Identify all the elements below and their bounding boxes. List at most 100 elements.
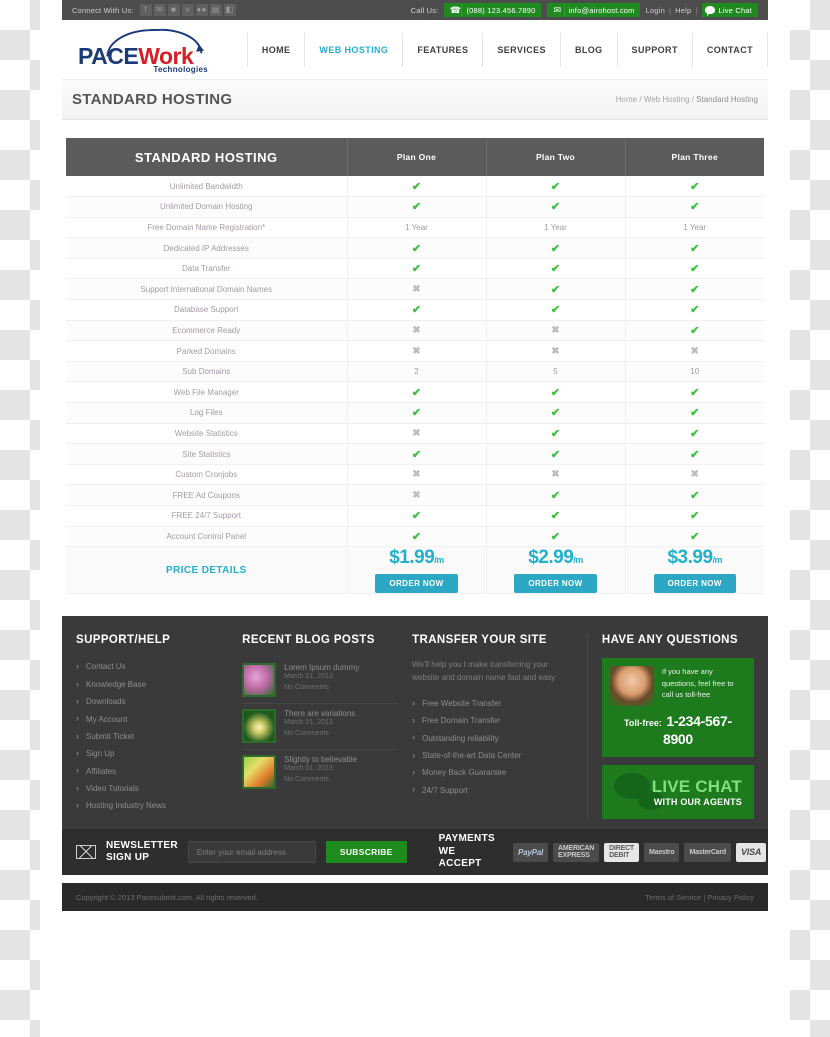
phone-chip[interactable]: ☎ (088) 123.456.7890 bbox=[444, 3, 541, 17]
live-chat-title: LIVE CHAT bbox=[651, 777, 742, 797]
help-link[interactable]: Help bbox=[675, 6, 691, 15]
separator-2: | bbox=[695, 5, 698, 15]
check-icon: ✔ bbox=[625, 237, 764, 259]
feature-value-cell: 1 Year bbox=[625, 217, 764, 239]
subscribe-button[interactable]: SUBSCRIBE bbox=[325, 841, 407, 864]
transfer-link[interactable]: Free Domain Transfer bbox=[412, 712, 573, 729]
support-link[interactable]: Sign Up bbox=[76, 745, 228, 762]
support-link[interactable]: Knowledge Base bbox=[76, 676, 228, 693]
live-chat-button[interactable]: Live Chat bbox=[701, 3, 758, 17]
live-chat-label: Live Chat bbox=[718, 5, 752, 15]
check-icon: ✔ bbox=[347, 505, 487, 527]
transfer-link-list: Free Website TransferFree Domain Transfe… bbox=[412, 695, 573, 799]
pricing-table: STANDARD HOSTING Plan One Plan Two Plan Th… bbox=[66, 138, 765, 595]
check-icon: ✔ bbox=[486, 443, 626, 465]
transfer-link[interactable]: Money Back Guarantee bbox=[412, 764, 573, 781]
breadcrumb-current: Standard Hosting bbox=[696, 95, 758, 104]
breadcrumb-web-hosting[interactable]: Web Hosting bbox=[644, 95, 690, 104]
support-link[interactable]: Downloads bbox=[76, 693, 228, 710]
privacy-policy-link[interactable]: Privacy Policy bbox=[707, 893, 754, 902]
price-details-label-cell: PRICE DETAILS bbox=[66, 546, 348, 595]
nav-item-home[interactable]: HOME bbox=[246, 32, 305, 67]
feed-icon[interactable]: ◧ bbox=[223, 4, 236, 16]
table-row: Ecommerce Ready ✖ ✖ ✔ bbox=[66, 320, 764, 342]
breadcrumb-home[interactable]: Home bbox=[616, 95, 637, 104]
price-cell-1: $1.99/m ORDER NOW bbox=[347, 546, 487, 595]
questions-heading: HAVE ANY QUESTIONS bbox=[601, 634, 738, 647]
newsletter-label-line2: SIGN UP bbox=[106, 852, 150, 864]
table-row: Free Domain Name Registration* 1 Year 1 Ye… bbox=[66, 217, 764, 239]
order-now-button[interactable]: ORDER NOW bbox=[375, 574, 458, 594]
check-icon: ✔ bbox=[347, 237, 487, 259]
live-chat-banner[interactable]: LIVE CHAT WITH OUR AGENTS bbox=[601, 765, 754, 820]
transfer-link[interactable]: Free Website Transfer bbox=[412, 695, 573, 712]
blog-post-date: March 01, 2013 bbox=[284, 719, 333, 727]
terms-of-service-link[interactable]: Terms of Service bbox=[645, 893, 701, 902]
order-now-button[interactable]: ORDER NOW bbox=[514, 574, 597, 594]
cross-icon: ✖ bbox=[625, 340, 764, 362]
payments-label-line1: PAYMENTS bbox=[438, 833, 495, 845]
check-icon: ✔ bbox=[486, 196, 626, 218]
vimeo-icon[interactable]: v bbox=[181, 4, 194, 16]
blog-post-comments: No Comments bbox=[284, 683, 329, 691]
copyright-bar: Copyright © 2013 Pacesubmit.com. All rig… bbox=[62, 883, 768, 912]
check-icon: ✔ bbox=[486, 402, 626, 424]
support-link-list: Contact UsKnowledge BaseDownloadsMy Acco… bbox=[76, 658, 228, 814]
cross-icon: ✖ bbox=[347, 464, 487, 486]
payment-logo-american-express: AMERICAN EXPRESS bbox=[553, 842, 600, 862]
support-link[interactable]: Affiliates bbox=[76, 762, 228, 779]
breadcrumb-sep-2: / bbox=[691, 95, 694, 104]
price-cell-3: $3.99/m ORDER NOW bbox=[625, 546, 765, 595]
transfer-link[interactable]: Outstanding reliability bbox=[412, 729, 573, 746]
table-row: Website Statistics ✖ ✔ ✔ bbox=[66, 423, 764, 445]
nav-item-web-hosting[interactable]: WEB HOSTING bbox=[304, 32, 402, 67]
blog-post-item[interactable]: Slightly to believable March 01, 2013 No C… bbox=[242, 750, 398, 795]
table-row: Site Statistics ✔ ✔ ✔ bbox=[66, 443, 764, 465]
logo-text-primary: PACE bbox=[78, 42, 139, 69]
login-link[interactable]: Login bbox=[646, 6, 665, 15]
payment-logo-maestro: Maestro bbox=[644, 842, 680, 862]
feature-name-cell: FREE 24/7 Support bbox=[66, 505, 348, 527]
price-amount: $3.99/m bbox=[626, 547, 765, 569]
blog-post-title[interactable]: There are variations bbox=[284, 709, 355, 718]
nav-item-services[interactable]: SERVICES bbox=[482, 32, 560, 67]
blog-post-title[interactable]: Lorem Ipsum dummy bbox=[284, 663, 359, 672]
breadcrumb-sep-1: / bbox=[639, 95, 642, 104]
transfer-link[interactable]: State-of-the-art Data Center bbox=[412, 747, 573, 764]
feature-name-cell: Ecommerce Ready bbox=[66, 320, 348, 342]
check-icon: ✔ bbox=[486, 299, 626, 321]
transfer-link[interactable]: 24/7 Support bbox=[412, 781, 573, 798]
blog-post-item[interactable]: There are variations March 01, 2013 No Com… bbox=[242, 704, 399, 751]
site-logo[interactable]: PACEWork Technologies bbox=[74, 26, 214, 74]
payment-logo-direct-debit: DIRECT DEBIT bbox=[604, 842, 639, 862]
check-icon: ✔ bbox=[347, 176, 487, 198]
twitter-icon[interactable]: ✉ bbox=[153, 4, 166, 16]
connect-with-us-label: Connect With Us: bbox=[72, 5, 134, 15]
feature-name-cell: Free Domain Name Registration* bbox=[66, 217, 348, 239]
facebook-icon[interactable]: f bbox=[139, 4, 152, 16]
support-link[interactable]: Hosting Industry News bbox=[76, 797, 228, 814]
nav-item-features[interactable]: FEATURES bbox=[402, 32, 482, 67]
rss-icon[interactable]: ▤ bbox=[209, 4, 222, 16]
newsletter-email-input[interactable] bbox=[187, 841, 316, 864]
nav-item-contact[interactable]: CONTACT bbox=[691, 32, 768, 67]
blog-post-title[interactable]: Slightly to believable bbox=[284, 755, 357, 764]
support-link[interactable]: Video Tutorials bbox=[76, 780, 228, 797]
email-chip[interactable]: ✉ info@airohost.com bbox=[546, 3, 640, 17]
call-us-label: Call Us: bbox=[410, 5, 439, 15]
order-now-button[interactable]: ORDER NOW bbox=[653, 574, 736, 594]
dribbble-icon[interactable]: ●● bbox=[195, 4, 208, 16]
nav-item-blog[interactable]: BLOG bbox=[559, 32, 617, 67]
support-link[interactable]: My Account bbox=[76, 710, 228, 727]
nav-item-support[interactable]: SUPPORT bbox=[616, 32, 692, 67]
newsletter-label-line1: NEWSLETTER bbox=[106, 839, 178, 851]
blog-post-item[interactable]: Lorem Ipsum dummy March 01, 2013 No Commen… bbox=[242, 658, 399, 705]
support-link[interactable]: Contact Us bbox=[76, 658, 228, 675]
support-link[interactable]: Submit Ticket bbox=[76, 728, 228, 745]
legal-separator: | bbox=[703, 892, 706, 902]
cross-icon: ✖ bbox=[347, 484, 487, 506]
chat-bubble-icon bbox=[704, 6, 715, 16]
live-chat-subtitle: WITH OUR AGENTS bbox=[653, 797, 742, 808]
feature-name-cell: Account Control Panel bbox=[66, 526, 348, 548]
flickr-icon[interactable]: ■ bbox=[167, 4, 180, 16]
